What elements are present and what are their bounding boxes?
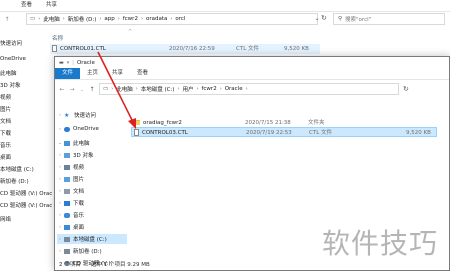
music-icon	[64, 212, 70, 218]
fg-crumb-3[interactable]: fcwr2	[201, 86, 216, 92]
fg-status-selected: 选中 1 个项目 9.29 MB	[91, 262, 150, 268]
fg-tab-share[interactable]: 共享	[105, 68, 130, 79]
bg-search-box[interactable]: ⚲ 搜索"orcl"	[333, 13, 445, 25]
folder-icon	[133, 120, 140, 125]
cloud-icon	[64, 126, 70, 132]
cube-icon	[64, 152, 70, 158]
bg-search-placeholder: 搜索"orcl"	[345, 17, 372, 23]
fg-title-bar: ▬ ▾ | Oracle	[59, 59, 95, 66]
bg-sidebar-desktop[interactable]: 桌面	[0, 152, 11, 162]
computer-icon	[64, 140, 70, 146]
bg-address-row: ↑ ▭ › 此电脑 › 新加卷 (D:) › app › fcwr2 › ora…	[0, 12, 450, 27]
bg-sidebar-3d[interactable]: 3D 对象	[0, 80, 20, 90]
bg-sidebar-cd-2[interactable]: CD 驱动器 (V:) Orac	[0, 200, 52, 210]
watermark-text: 软件技巧	[322, 227, 439, 260]
fg-up-arrow-icon[interactable]: ↑	[87, 86, 97, 93]
fg-refresh-icon[interactable]: ↻	[403, 85, 409, 93]
drive-icon	[64, 248, 70, 254]
fg-file-name-cell: CONTROL03.CTL	[134, 128, 188, 138]
bg-sidebar-this-pc[interactable]: 此电脑	[0, 68, 17, 78]
desktop-icon	[64, 224, 70, 230]
fg-sidebar-downloads[interactable]: › 下载	[57, 198, 84, 208]
fg-sidebar-quick-access[interactable]: › ★ 快速访问	[57, 110, 96, 120]
bg-file-row[interactable]: CONTROL01.CTL 2020/7/16 22:59 CTL 文件 9,5…	[50, 44, 320, 54]
fg-forward-arrow-icon[interactable]: →	[67, 86, 77, 93]
fg-file-row-selected[interactable]: CONTROL03.CTL 2020/7/19 22:53 CTL 文件 9,5…	[131, 127, 437, 137]
bg-computer-icon: ▭	[30, 16, 36, 22]
document-icon	[64, 188, 70, 194]
fg-sidebar-pictures[interactable]: › 图片	[57, 174, 84, 184]
bg-sidebar-docs[interactable]: 文档	[0, 116, 11, 126]
bg-crumb-1[interactable]: 新加卷 (D:)	[68, 15, 97, 23]
bg-crumb-0[interactable]: 此电脑	[43, 15, 60, 23]
bg-search-icon: ⚲	[338, 16, 343, 22]
bg-up-arrow-icon[interactable]: ↑	[2, 16, 12, 23]
fg-computer-icon: ▭	[103, 86, 109, 92]
fg-tab-file[interactable]: 文件	[55, 68, 81, 79]
bg-sidebar-pictures[interactable]: 图片	[0, 104, 11, 114]
picture-icon	[64, 176, 70, 182]
bg-sidebar-quick-access[interactable]: 快速访问	[0, 38, 22, 48]
file-icon	[134, 129, 139, 136]
fg-sidebar-drive-c[interactable]: › 本地磁盘 (C:)	[57, 234, 127, 244]
bg-file-date: 2020/7/16 22:59	[169, 46, 215, 52]
bg-crumb-2[interactable]: app	[104, 16, 114, 22]
fg-sidebar-this-pc[interactable]: ⌄ 此电脑	[57, 138, 90, 148]
fg-divider	[55, 79, 449, 80]
fg-sidebar-desktop[interactable]: › 桌面	[57, 222, 84, 232]
bg-file-type: CTL 文件	[236, 46, 260, 52]
fg-quick-access-toolbar-icon[interactable]: ▾	[67, 60, 70, 66]
bg-sidebar-drive-c[interactable]: 本地磁盘 (C:)	[0, 164, 34, 174]
fg-sidebar-onedrive[interactable]: › OneDrive	[57, 124, 99, 134]
bg-sort-caret-icon: ^	[128, 29, 133, 35]
bg-sidebar-video[interactable]: 视频	[0, 92, 11, 102]
bg-refresh-icon[interactable]: ↻	[321, 14, 327, 22]
fg-recent-chevron-icon[interactable]: ⌄	[77, 87, 87, 92]
fg-crumb-0[interactable]: 此电脑	[116, 85, 133, 93]
bg-file-name-cell: CONTROL01.CTL	[52, 44, 106, 54]
fg-sidebar-3d[interactable]: › 3D 对象	[57, 150, 93, 160]
bg-sidebar-drive-d[interactable]: 新加卷 (D:)	[0, 176, 29, 186]
fg-address-row: ← → ⌄ ↑ ▭ › 此电脑 › 本地磁盘 (C:) › 用户 › fcwr2…	[55, 82, 449, 97]
fg-crumb-2[interactable]: 用户	[182, 85, 193, 93]
drive-icon	[64, 236, 70, 242]
fg-crumb-4[interactable]: Oracle	[225, 86, 243, 92]
bg-col-name[interactable]: 名称	[52, 34, 63, 42]
bg-address-bar[interactable]: ▭ › 此电脑 › 新加卷 (D:) › app › fcwr2 › orada…	[26, 13, 318, 25]
download-icon	[64, 200, 70, 206]
fg-file-date: 2020/7/19 22:53	[246, 130, 292, 136]
fg-folder-title-icon: ▬	[59, 59, 64, 66]
fg-sidebar-drive-d[interactable]: › 新加卷 (D:)	[57, 246, 102, 256]
bg-crumb-5[interactable]: orcl	[175, 16, 185, 22]
bg-sidebar-music[interactable]: 音乐	[0, 140, 11, 150]
fg-file-type: CTL 文件	[309, 130, 333, 136]
bg-crumb-3[interactable]: fcwr2	[123, 16, 138, 22]
fg-sidebar-video[interactable]: › 视频	[57, 162, 84, 172]
bg-sidebar-network[interactable]: 网络	[0, 214, 11, 224]
bg-tab-share[interactable]: 共享	[39, 0, 64, 11]
bg-sidebar-downloads[interactable]: 下载	[0, 128, 11, 138]
bg-file-name: CONTROL01.CTL	[60, 46, 106, 52]
bg-tab-view[interactable]: 查看	[14, 0, 39, 11]
fg-window-title: Oracle	[76, 59, 95, 66]
fg-back-arrow-icon[interactable]: ←	[57, 86, 67, 93]
fg-crumb-1[interactable]: 本地磁盘 (C:)	[141, 85, 175, 93]
fg-address-bar[interactable]: ▭ › 此电脑 › 本地磁盘 (C:) › 用户 › fcwr2 › Oracl…	[99, 83, 399, 95]
fg-sidebar-music[interactable]: › 音乐	[57, 210, 84, 220]
file-icon	[52, 45, 57, 52]
fg-ribbon-tabs: 文件 主页 共享 查看	[55, 68, 155, 79]
fg-file-size: 9,520 KB	[406, 130, 431, 136]
fg-sidebar-docs[interactable]: › 文档	[57, 186, 84, 196]
video-icon	[64, 164, 70, 170]
fg-tab-home[interactable]: 主页	[80, 68, 105, 79]
bg-sidebar-cd-1[interactable]: CD 驱动器 (V:) Orac	[0, 188, 52, 198]
fg-status-count: 2 个项目	[59, 262, 81, 268]
fg-tab-view[interactable]: 查看	[130, 68, 155, 79]
bg-file-size: 9,520 KB	[284, 46, 309, 52]
bg-crumb-4[interactable]: oradata	[146, 16, 167, 22]
bg-sidebar-onedrive[interactable]: OneDrive	[0, 54, 26, 64]
star-icon: ★	[64, 111, 70, 119]
bg-ribbon-tabs: 查看 共享	[14, 0, 64, 11]
